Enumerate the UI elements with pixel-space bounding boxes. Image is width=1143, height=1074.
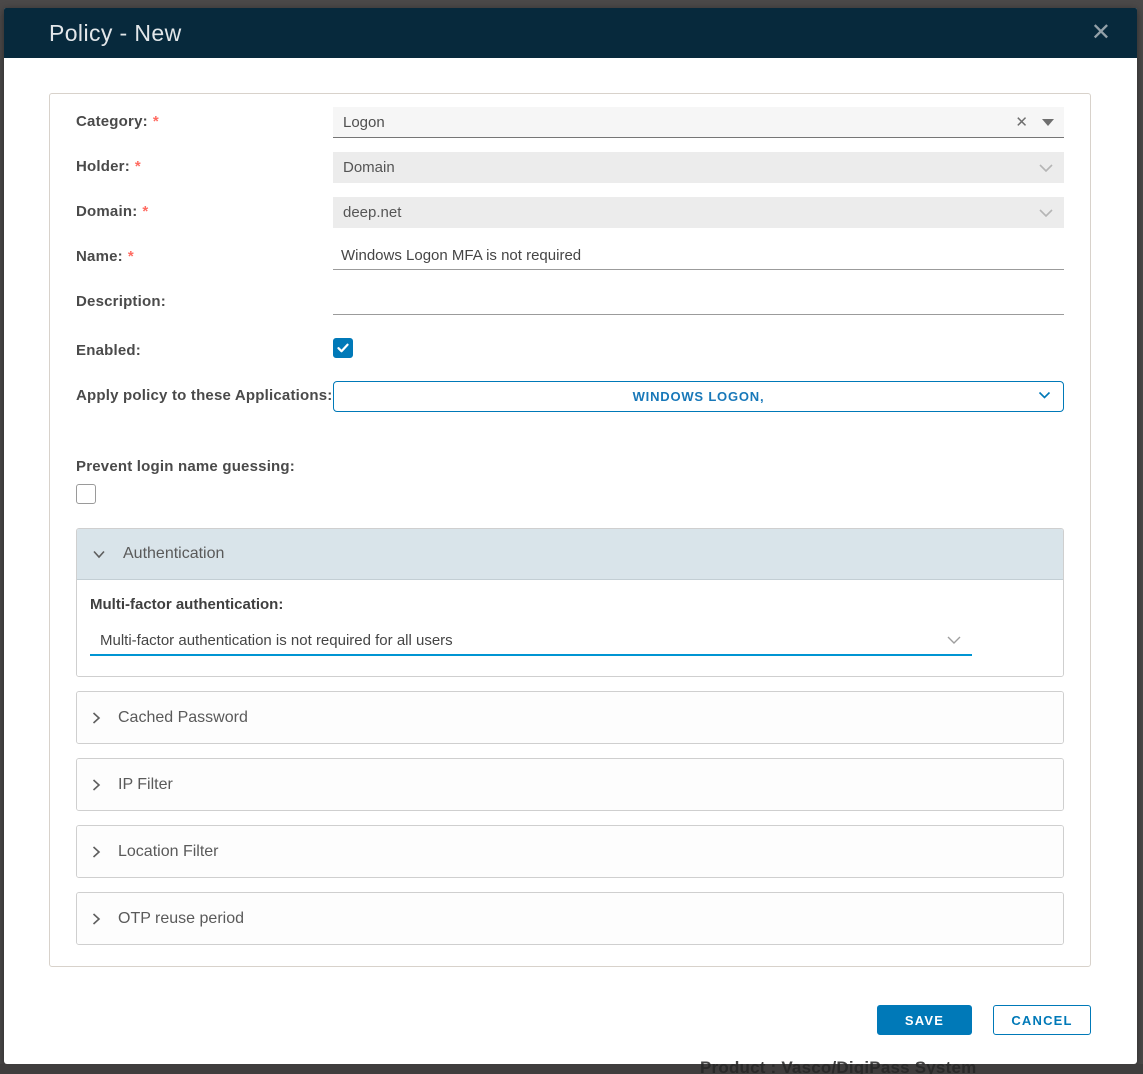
section-cached-password-header[interactable]: Cached Password (77, 692, 1063, 743)
domain-value: deep.net (343, 204, 401, 221)
holder-value: Domain (343, 159, 395, 176)
applications-label: Apply policy to these Applications: (76, 381, 333, 404)
section-authentication: Authentication Multi-factor authenticati… (76, 528, 1064, 677)
mfa-label: Multi-factor authentication: (90, 596, 1050, 613)
dimmed-page-background: Product : Vasco/DigiPass System (0, 1064, 1143, 1074)
section-title: Authentication (123, 545, 224, 563)
required-marker: * (153, 113, 159, 130)
section-title: Cached Password (118, 709, 248, 727)
section-otp-reuse-period-header[interactable]: OTP reuse period (77, 893, 1063, 944)
save-button[interactable]: SAVE (877, 1005, 972, 1035)
enabled-label: Enabled: (76, 336, 333, 359)
domain-row: Domain:* deep.net (76, 197, 1064, 228)
description-row: Description: (76, 287, 1064, 315)
prevent-guessing-block: Prevent login name guessing: (76, 458, 1064, 509)
chevron-down-icon[interactable] (1038, 163, 1054, 173)
mfa-select[interactable]: Multi-factor authentication is not requi… (90, 626, 972, 656)
section-title: OTP reuse period (118, 910, 244, 928)
category-row: Category:* Logon ✕ (76, 107, 1064, 138)
enabled-checkbox[interactable] (333, 338, 353, 358)
name-label: Name:* (76, 242, 333, 265)
chevron-down-icon (1038, 391, 1051, 400)
name-input[interactable] (333, 242, 1064, 270)
holder-row: Holder:* Domain (76, 152, 1064, 183)
chevron-down-icon (946, 635, 962, 645)
section-location-filter-header[interactable]: Location Filter (77, 826, 1063, 877)
cancel-button[interactable]: CANCEL (993, 1005, 1091, 1035)
section-cached-password: Cached Password (76, 691, 1064, 744)
mfa-value: Multi-factor authentication is not requi… (100, 632, 453, 649)
section-ip-filter-header[interactable]: IP Filter (77, 759, 1063, 810)
domain-label: Domain:* (76, 197, 333, 220)
required-marker: * (135, 158, 141, 175)
section-location-filter: Location Filter (76, 825, 1064, 878)
applications-row: Apply policy to these Applications: WIND… (76, 381, 1064, 412)
chevron-right-icon (92, 711, 101, 725)
required-marker: * (128, 248, 134, 265)
holder-select[interactable]: Domain (333, 152, 1064, 183)
close-icon[interactable]: ✕ (1087, 19, 1115, 47)
dialog-footer: SAVE CANCEL (4, 1005, 1091, 1035)
section-authentication-body: Multi-factor authentication: Multi-facto… (77, 580, 1063, 676)
chevron-down-icon[interactable] (1038, 208, 1054, 218)
chevron-right-icon (92, 778, 101, 792)
section-authentication-header[interactable]: Authentication (77, 529, 1063, 580)
category-label: Category:* (76, 107, 333, 130)
clear-icon[interactable]: ✕ (1015, 115, 1028, 130)
domain-select[interactable]: deep.net (333, 197, 1064, 228)
holder-label: Holder:* (76, 152, 333, 175)
enabled-row: Enabled: (76, 336, 1064, 359)
category-combobox[interactable]: Logon ✕ (333, 107, 1064, 138)
description-input[interactable] (333, 287, 1064, 315)
applications-dropdown-button[interactable]: WINDOWS LOGON, (333, 381, 1064, 412)
prevent-guessing-label: Prevent login name guessing: (76, 458, 1064, 475)
description-label: Description: (76, 287, 333, 310)
policy-dialog: Policy - New ✕ Category:* Logon ✕ Holder… (4, 8, 1137, 1064)
section-title: IP Filter (118, 776, 173, 794)
dialog-title: Policy - New (49, 20, 182, 47)
dialog-header: Policy - New ✕ (4, 8, 1137, 58)
background-product-text: Product : Vasco/DigiPass System (700, 1058, 976, 1074)
applications-value: WINDOWS LOGON, (348, 389, 1049, 404)
category-value: Logon (343, 114, 385, 131)
chevron-right-icon (92, 912, 101, 926)
dropdown-triangle-icon[interactable] (1042, 119, 1054, 126)
prevent-guessing-checkbox[interactable] (76, 484, 96, 504)
section-title: Location Filter (118, 843, 219, 861)
chevron-down-icon (92, 550, 106, 559)
required-marker: * (142, 203, 148, 220)
section-ip-filter: IP Filter (76, 758, 1064, 811)
section-otp-reuse-period: OTP reuse period (76, 892, 1064, 945)
name-row: Name:* (76, 242, 1064, 270)
form-panel: Category:* Logon ✕ Holder:* Domain Domai… (49, 93, 1091, 967)
checkmark-icon (337, 343, 349, 353)
chevron-right-icon (92, 845, 101, 859)
